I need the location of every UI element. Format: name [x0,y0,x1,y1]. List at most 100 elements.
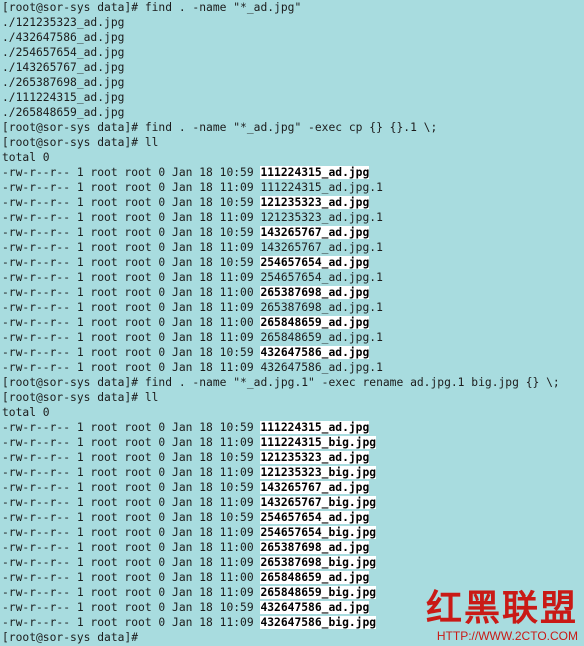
file-name: 121235323_ad.jpg [260,196,370,209]
file-name: 432647586_ad.jpg [260,601,370,614]
terminal-output[interactable]: [root@sor-sys data]# find . -name "*_ad.… [0,0,584,646]
file-name: 121235323_ad.jpg [260,451,370,464]
line-text: ./143265767_ad.jpg [2,61,125,74]
output-line: ./265387698_ad.jpg [2,75,584,90]
line-text: -rw-r--r-- 1 root root 0 Jan 18 10:59 [2,421,261,434]
line-text: -rw-r--r-- 1 root root 0 Jan 18 10:59 [2,511,261,524]
line-text: [root@sor-sys data]# find . -name "*_ad.… [2,1,302,14]
file-name: 265848659_ad.jpg [260,316,370,329]
line-text: ./432647586_ad.jpg [2,31,125,44]
line-text: -rw-r--r-- 1 root root 0 Jan 18 10:59 [2,226,261,239]
line-text: -rw-r--r-- 1 root root 0 Jan 18 11:09 25… [2,271,383,284]
file-name: 254657654_big.jpg [260,526,377,539]
line-text: -rw-r--r-- 1 root root 0 Jan 18 11:09 26… [2,301,383,314]
line-text: -rw-r--r-- 1 root root 0 Jan 18 10:59 [2,451,261,464]
output-line: ./265848659_ad.jpg [2,105,584,120]
output-line: ./143265767_ad.jpg [2,60,584,75]
watermark-url: HTTP://WWW.2CTO.COM [436,629,578,643]
line-text: -rw-r--r-- 1 root root 0 Jan 18 10:59 [2,481,261,494]
file-name: 143265767_ad.jpg [260,226,370,239]
output-line: -rw-r--r-- 1 root root 0 Jan 18 11:00 26… [2,540,584,555]
file-name: 111224315_ad.jpg [260,166,370,179]
line-text: -rw-r--r-- 1 root root 0 Jan 18 11:09 [2,586,261,599]
file-name: 265387698_ad.jpg [260,541,370,554]
line-text: -rw-r--r-- 1 root root 0 Jan 18 11:00 [2,316,261,329]
output-line: ./111224315_ad.jpg [2,90,584,105]
line-text: -rw-r--r-- 1 root root 0 Jan 18 11:09 [2,526,261,539]
line-text: [root@sor-sys data]# ll [2,391,159,404]
file-name: 265848659_ad.jpg [260,571,370,584]
prompt-line: [root@sor-sys data]# find . -name "*_ad.… [2,120,584,135]
output-line: ./432647586_ad.jpg [2,30,584,45]
output-line: total 0 [2,150,584,165]
file-name: 265387698_big.jpg [260,556,377,569]
file-name: 432647586_big.jpg [260,616,377,629]
line-text: -rw-r--r-- 1 root root 0 Jan 18 11:09 [2,496,261,509]
line-text: -rw-r--r-- 1 root root 0 Jan 18 10:59 [2,601,261,614]
prompt-line: [root@sor-sys data]# find . -name "*_ad.… [2,0,584,15]
output-line: ./121235323_ad.jpg [2,15,584,30]
output-line: -rw-r--r-- 1 root root 0 Jan 18 11:09 25… [2,270,584,285]
output-line: -rw-r--r-- 1 root root 0 Jan 18 11:09 14… [2,495,584,510]
output-line: -rw-r--r-- 1 root root 0 Jan 18 11:00 26… [2,285,584,300]
line-text: -rw-r--r-- 1 root root 0 Jan 18 11:00 [2,541,261,554]
line-text: [root@sor-sys data]# find . -name "*_ad.… [2,121,438,134]
file-name: 432647586_ad.jpg [260,346,370,359]
line-text: -rw-r--r-- 1 root root 0 Jan 18 11:09 14… [2,241,383,254]
file-name: 254657654_ad.jpg [260,511,370,524]
output-line: -rw-r--r-- 1 root root 0 Jan 18 10:59 25… [2,510,584,525]
watermark-logo: 红黑联盟 [425,587,578,629]
output-line: -rw-r--r-- 1 root root 0 Jan 18 11:09 12… [2,465,584,480]
line-text: -rw-r--r-- 1 root root 0 Jan 18 11:09 11… [2,181,383,194]
output-line: total 0 [2,405,584,420]
file-name: 254657654_ad.jpg [260,256,370,269]
line-text: -rw-r--r-- 1 root root 0 Jan 18 11:09 43… [2,361,383,374]
output-line: -rw-r--r-- 1 root root 0 Jan 18 11:09 25… [2,525,584,540]
line-text: -rw-r--r-- 1 root root 0 Jan 18 11:09 [2,556,261,569]
line-text: [root@sor-sys data]# [2,631,139,644]
file-name: 265387698_ad.jpg [260,286,370,299]
line-text: ./265848659_ad.jpg [2,106,125,119]
line-text: -rw-r--r-- 1 root root 0 Jan 18 11:09 12… [2,211,383,224]
file-name: 121235323_big.jpg [260,466,377,479]
output-line: -rw-r--r-- 1 root root 0 Jan 18 10:59 11… [2,420,584,435]
line-text: -rw-r--r-- 1 root root 0 Jan 18 10:59 [2,196,261,209]
output-line: -rw-r--r-- 1 root root 0 Jan 18 11:09 12… [2,210,584,225]
output-line: -rw-r--r-- 1 root root 0 Jan 18 10:59 14… [2,225,584,240]
output-line: -rw-r--r-- 1 root root 0 Jan 18 10:59 43… [2,345,584,360]
line-text: -rw-r--r-- 1 root root 0 Jan 18 11:00 [2,571,261,584]
output-line: ./254657654_ad.jpg [2,45,584,60]
output-line: -rw-r--r-- 1 root root 0 Jan 18 10:59 25… [2,255,584,270]
file-name: 111224315_ad.jpg [260,421,370,434]
line-text: total 0 [2,151,50,164]
output-line: -rw-r--r-- 1 root root 0 Jan 18 10:59 11… [2,165,584,180]
output-line: -rw-r--r-- 1 root root 0 Jan 18 11:09 26… [2,330,584,345]
file-name: 143265767_big.jpg [260,496,377,509]
line-text: -rw-r--r-- 1 root root 0 Jan 18 10:59 [2,256,261,269]
prompt-line: [root@sor-sys data]# find . -name "*_ad.… [2,375,584,390]
line-text: total 0 [2,406,50,419]
output-line: -rw-r--r-- 1 root root 0 Jan 18 11:09 11… [2,435,584,450]
line-text: [root@sor-sys data]# find . -name "*_ad.… [2,376,560,389]
output-line: -rw-r--r-- 1 root root 0 Jan 18 11:00 26… [2,315,584,330]
line-text: ./111224315_ad.jpg [2,91,125,104]
line-text: ./254657654_ad.jpg [2,46,125,59]
line-text: -rw-r--r-- 1 root root 0 Jan 18 11:09 [2,436,261,449]
line-text: -rw-r--r-- 1 root root 0 Jan 18 11:00 [2,286,261,299]
output-line: -rw-r--r-- 1 root root 0 Jan 18 11:09 11… [2,180,584,195]
output-line: -rw-r--r-- 1 root root 0 Jan 18 11:09 14… [2,240,584,255]
file-name: 265848659_big.jpg [260,586,377,599]
prompt-line: [root@sor-sys data]# ll [2,390,584,405]
output-line: -rw-r--r-- 1 root root 0 Jan 18 10:59 12… [2,450,584,465]
file-name: 143265767_ad.jpg [260,481,370,494]
line-text: -rw-r--r-- 1 root root 0 Jan 18 10:59 [2,166,261,179]
line-text: [root@sor-sys data]# ll [2,136,159,149]
line-text: -rw-r--r-- 1 root root 0 Jan 18 11:09 26… [2,331,383,344]
output-line: -rw-r--r-- 1 root root 0 Jan 18 11:09 43… [2,360,584,375]
line-text: ./265387698_ad.jpg [2,76,125,89]
output-line: -rw-r--r-- 1 root root 0 Jan 18 10:59 12… [2,195,584,210]
line-text: -rw-r--r-- 1 root root 0 Jan 18 11:09 [2,466,261,479]
output-line: -rw-r--r-- 1 root root 0 Jan 18 11:00 26… [2,570,584,585]
line-text: -rw-r--r-- 1 root root 0 Jan 18 11:09 [2,616,261,629]
output-line: -rw-r--r-- 1 root root 0 Jan 18 10:59 14… [2,480,584,495]
